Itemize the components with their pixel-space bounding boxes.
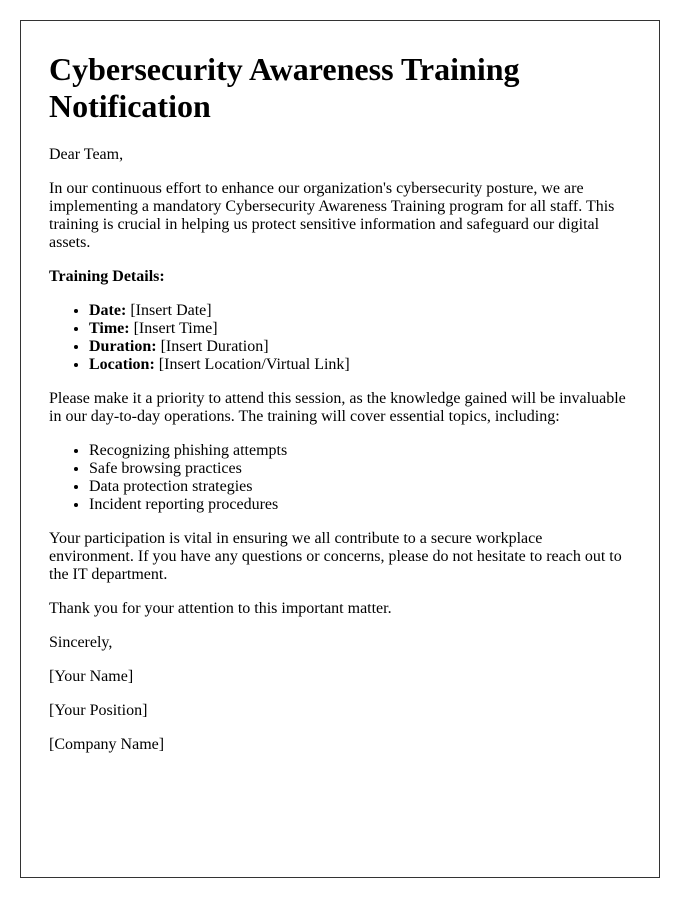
- letter-title: Cybersecurity Awareness Training Notific…: [49, 51, 520, 124]
- thanks-paragraph: Thank you for your attention to this imp…: [49, 600, 392, 617]
- closing: Sincerely,: [49, 634, 113, 651]
- signature-company: [Company Name]: [49, 736, 165, 753]
- training-details-list: Date: [Insert Date] Time: [Insert Time] …: [49, 302, 631, 374]
- detail-label: Location:: [89, 356, 155, 373]
- signature-position: [Your Position]: [49, 702, 148, 719]
- detail-value: [Insert Duration]: [160, 338, 269, 355]
- topic-item: Safe browsing practices: [89, 460, 631, 478]
- topic-item: Data protection strategies: [89, 478, 631, 496]
- details-heading-text: Training Details:: [49, 268, 165, 285]
- detail-item-location: Location: [Insert Location/Virtual Link]: [89, 356, 631, 374]
- detail-value: [Insert Location/Virtual Link]: [158, 356, 350, 373]
- signature-name: [Your Name]: [49, 668, 134, 685]
- detail-item-duration: Duration: [Insert Duration]: [89, 338, 631, 356]
- detail-value: [Insert Date]: [130, 302, 212, 319]
- detail-value: [Insert Time]: [133, 320, 218, 337]
- topics-list: Recognizing phishing attempts Safe brows…: [49, 442, 631, 514]
- topic-item: Recognizing phishing attempts: [89, 442, 631, 460]
- detail-item-time: Time: [Insert Time]: [89, 320, 631, 338]
- intro-paragraph: In our continuous effort to enhance our …: [49, 180, 615, 251]
- letter-container: Cybersecurity Awareness Training Notific…: [20, 20, 660, 878]
- participation-paragraph: Your participation is vital in ensuring …: [49, 530, 622, 583]
- priority-paragraph: Please make it a priority to attend this…: [49, 390, 626, 425]
- topic-item: Incident reporting procedures: [89, 496, 631, 514]
- details-heading: Training Details:: [49, 268, 631, 286]
- detail-label: Duration:: [89, 338, 157, 355]
- greeting: Dear Team,: [49, 146, 124, 163]
- detail-item-date: Date: [Insert Date]: [89, 302, 631, 320]
- detail-label: Date:: [89, 302, 127, 319]
- detail-label: Time:: [89, 320, 130, 337]
